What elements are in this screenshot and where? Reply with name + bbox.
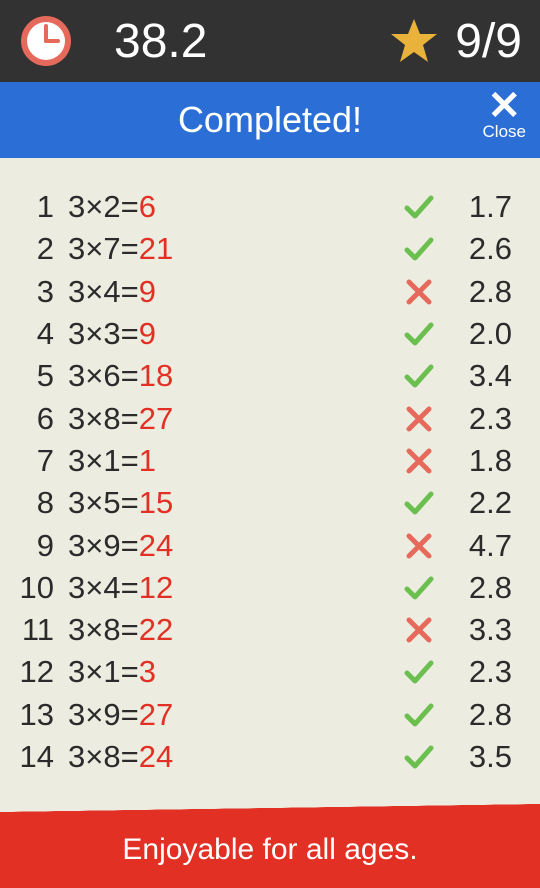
row-answer: 1 <box>139 443 156 479</box>
result-row: 123×1=3 2.3 <box>16 651 512 693</box>
row-expression: 3×4= <box>68 570 139 606</box>
close-button[interactable]: ✕ Close <box>483 88 526 142</box>
score-count: 9/9 <box>455 14 522 69</box>
row-number: 6 <box>16 401 68 437</box>
close-label: Close <box>483 122 526 142</box>
result-row: 133×9=27 2.8 <box>16 694 512 736</box>
check-icon <box>396 232 442 266</box>
result-row: 83×5=15 2.2 <box>16 482 512 524</box>
row-number: 13 <box>16 697 68 733</box>
row-number: 12 <box>16 654 68 690</box>
result-row: 73×1=1 1.8 <box>16 440 512 482</box>
check-icon <box>396 359 442 393</box>
row-time: 4.7 <box>442 528 512 564</box>
row-time: 2.0 <box>442 316 512 352</box>
row-time: 2.3 <box>442 654 512 690</box>
check-icon <box>396 655 442 689</box>
completed-bar: Completed! ✕ Close <box>0 82 540 158</box>
check-icon <box>396 486 442 520</box>
row-time: 3.3 <box>442 612 512 648</box>
check-icon <box>396 190 442 224</box>
result-row: 63×8=27 2.3 <box>16 397 512 439</box>
cross-icon <box>396 531 442 561</box>
result-row: 103×4=12 2.8 <box>16 567 512 609</box>
check-icon <box>396 317 442 351</box>
row-number: 11 <box>16 612 68 648</box>
result-row: 13×2=6 1.7 <box>16 186 512 228</box>
row-time: 3.5 <box>442 739 512 775</box>
row-answer: 24 <box>139 739 173 775</box>
row-answer: 21 <box>139 231 173 267</box>
row-expression: 3×9= <box>68 697 139 733</box>
row-number: 4 <box>16 316 68 352</box>
row-number: 1 <box>16 189 68 225</box>
clock-icon <box>18 13 74 69</box>
cross-icon <box>396 404 442 434</box>
row-time: 2.8 <box>442 274 512 310</box>
row-number: 5 <box>16 358 68 394</box>
row-expression: 3×1= <box>68 654 139 690</box>
star-icon <box>389 16 439 66</box>
footer-text: Enjoyable for all ages. <box>122 833 417 867</box>
result-row: 113×8=22 3.3 <box>16 609 512 651</box>
close-icon: ✕ <box>483 88 526 124</box>
row-expression: 3×1= <box>68 443 139 479</box>
top-bar: 38.2 9/9 <box>0 0 540 82</box>
row-answer: 27 <box>139 401 173 437</box>
row-time: 1.7 <box>442 189 512 225</box>
check-icon <box>396 740 442 774</box>
row-answer: 9 <box>139 316 156 352</box>
cross-icon <box>396 446 442 476</box>
row-time: 2.6 <box>442 231 512 267</box>
check-icon <box>396 571 442 605</box>
row-number: 14 <box>16 739 68 775</box>
cross-icon <box>396 277 442 307</box>
row-time: 2.3 <box>442 401 512 437</box>
row-answer: 12 <box>139 570 173 606</box>
row-expression: 3×7= <box>68 231 139 267</box>
row-answer: 6 <box>139 189 156 225</box>
row-answer: 9 <box>139 274 156 310</box>
row-expression: 3×4= <box>68 274 139 310</box>
results-list: 13×2=61.723×7=212.633×4=92.843×3=92.053×… <box>0 158 540 812</box>
row-expression: 3×8= <box>68 401 139 437</box>
row-answer: 22 <box>139 612 173 648</box>
row-expression: 3×6= <box>68 358 139 394</box>
row-number: 3 <box>16 274 68 310</box>
row-time: 2.8 <box>442 570 512 606</box>
row-answer: 15 <box>139 485 173 521</box>
row-expression: 3×8= <box>68 739 139 775</box>
result-row: 43×3=9 2.0 <box>16 313 512 355</box>
row-time: 3.4 <box>442 358 512 394</box>
row-number: 7 <box>16 443 68 479</box>
cross-icon <box>396 615 442 645</box>
row-number: 9 <box>16 528 68 564</box>
row-number: 10 <box>16 570 68 606</box>
check-icon <box>396 698 442 732</box>
row-answer: 27 <box>139 697 173 733</box>
result-row: 33×4=9 2.8 <box>16 271 512 313</box>
result-row: 93×9=24 4.7 <box>16 524 512 566</box>
row-time: 1.8 <box>442 443 512 479</box>
total-time: 38.2 <box>114 14 207 69</box>
result-row: 143×8=24 3.5 <box>16 736 512 778</box>
result-row: 23×7=21 2.6 <box>16 228 512 270</box>
row-number: 8 <box>16 485 68 521</box>
result-row: 53×6=18 3.4 <box>16 355 512 397</box>
footer-banner[interactable]: Enjoyable for all ages. <box>0 812 540 888</box>
row-answer: 24 <box>139 528 173 564</box>
completed-title: Completed! <box>178 99 362 141</box>
row-expression: 3×3= <box>68 316 139 352</box>
row-answer: 3 <box>139 654 156 690</box>
row-time: 2.2 <box>442 485 512 521</box>
row-expression: 3×5= <box>68 485 139 521</box>
row-expression: 3×2= <box>68 189 139 225</box>
row-answer: 18 <box>139 358 173 394</box>
row-expression: 3×9= <box>68 528 139 564</box>
row-number: 2 <box>16 231 68 267</box>
row-expression: 3×8= <box>68 612 139 648</box>
row-time: 2.8 <box>442 697 512 733</box>
